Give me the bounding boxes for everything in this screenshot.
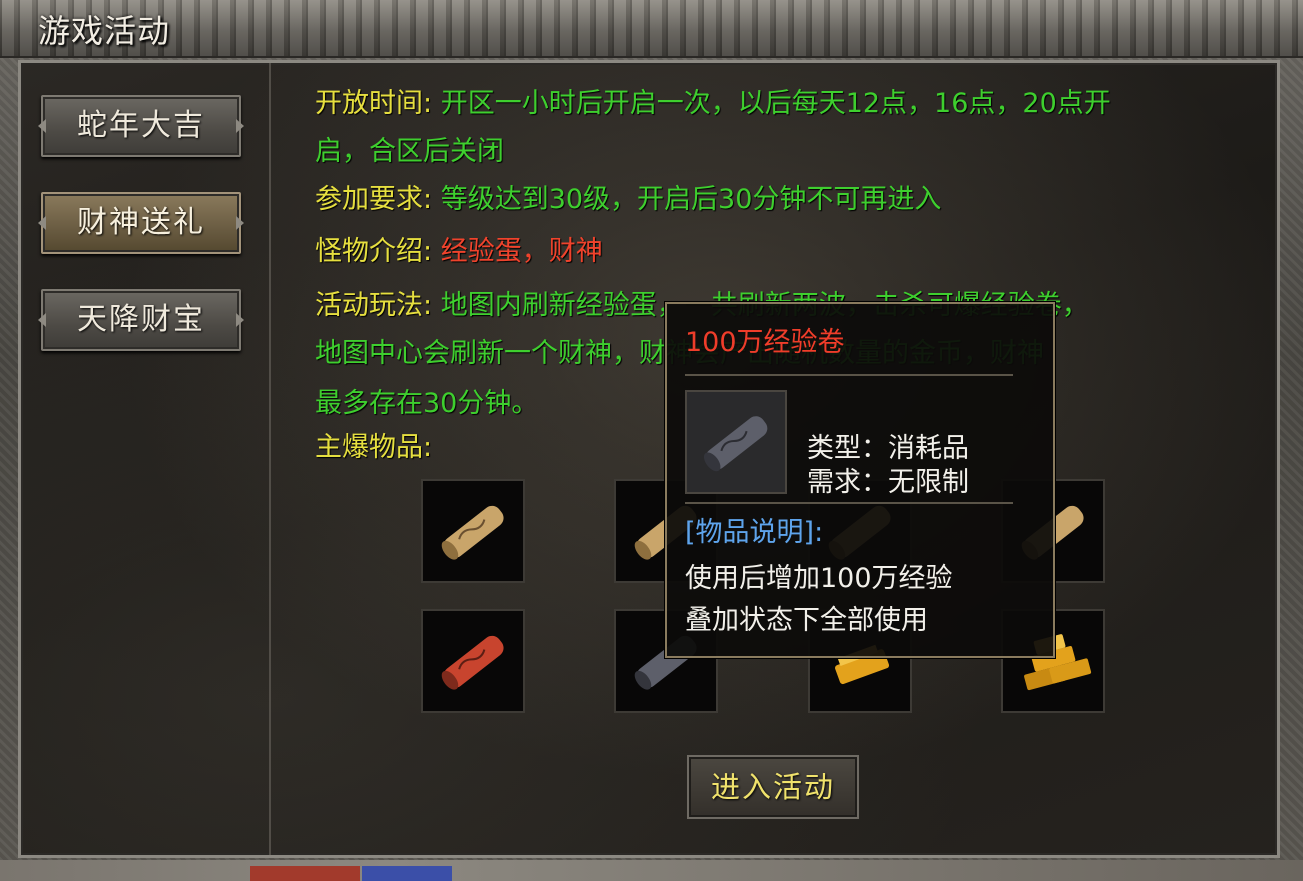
tooltip-desc-line: 叠加状态下全部使用 bbox=[685, 605, 928, 636]
sidebar-item-label: 财神送礼 bbox=[77, 205, 205, 240]
drops-label: 主爆物品: bbox=[315, 432, 433, 463]
activity-sidebar: 蛇年大吉 财神送礼 天降财宝 bbox=[21, 63, 271, 855]
gameplay-value-cont-2: 最多存在30分钟。 bbox=[315, 388, 539, 419]
sidebar-item-label: 蛇年大吉 bbox=[77, 108, 205, 143]
requirement-value: 等级达到30级，开启后30分钟不可再进入 bbox=[440, 184, 942, 215]
notch-icon bbox=[38, 216, 46, 230]
tooltip-desc-line: 使用后增加100万经验 bbox=[685, 563, 953, 594]
monster-label: 怪物介绍: bbox=[315, 236, 433, 267]
notch-icon bbox=[38, 313, 46, 327]
sidebar-item-treasure-drop[interactable]: 天降财宝 bbox=[38, 289, 244, 351]
drop-slot[interactable] bbox=[421, 479, 525, 583]
red-scroll-icon bbox=[441, 635, 504, 690]
notch-icon bbox=[236, 216, 244, 230]
notch-icon bbox=[236, 119, 244, 133]
game-window: 游戏活动 蛇年大吉 财神送礼 天降财宝 开放时间: 开区一小时后开启一次，以后每… bbox=[0, 0, 1303, 881]
open-time-label: 开放时间: bbox=[315, 88, 433, 119]
tooltip-divider bbox=[685, 502, 1013, 504]
sidebar-item-god-of-wealth[interactable]: 财神送礼 bbox=[38, 192, 244, 254]
sidebar-item-snake-year[interactable]: 蛇年大吉 bbox=[38, 95, 244, 157]
sidebar-item-label: 天降财宝 bbox=[77, 302, 205, 337]
tooltip-item-icon bbox=[685, 390, 787, 494]
bottom-edge bbox=[0, 860, 1303, 881]
tooltip-requirement: 需求：无限制 bbox=[807, 467, 969, 498]
title-bar: 游戏活动 bbox=[0, 0, 1303, 58]
notch-icon bbox=[236, 313, 244, 327]
gameplay-label: 活动玩法: bbox=[315, 290, 433, 321]
window-title: 游戏活动 bbox=[38, 12, 171, 50]
open-time-value: 开区一小时后开启一次，以后每天12点，16点，20点开 bbox=[440, 88, 1111, 119]
tooltip-desc-header: [物品说明]: bbox=[685, 517, 824, 548]
gray-scroll-icon bbox=[703, 416, 768, 472]
activity-panel: 蛇年大吉 财神送礼 天降财宝 开放时间: 开区一小时后开启一次，以后每天12点，… bbox=[18, 60, 1280, 858]
requirement-label: 参加要求: bbox=[315, 184, 433, 215]
taskbar-chip bbox=[250, 866, 360, 881]
requirement-row: 参加要求: 等级达到30级，开启后30分钟不可再进入 bbox=[315, 175, 941, 225]
notch-icon bbox=[38, 119, 46, 133]
beige-scroll-icon bbox=[441, 505, 504, 560]
tooltip-title: 100万经验卷 bbox=[685, 327, 845, 358]
monster-value: 经验蛋，财神 bbox=[440, 236, 603, 267]
open-time-value-cont: 启，合区后关闭 bbox=[315, 136, 504, 167]
item-tooltip: 100万经验卷 类型：消耗品 需求：无限制 [物品说明]: 使用后增加100万经… bbox=[665, 302, 1055, 658]
drop-slot[interactable] bbox=[421, 609, 525, 713]
tooltip-divider bbox=[685, 374, 1013, 376]
monster-row: 怪物介绍: 经验蛋，财神 bbox=[315, 227, 603, 277]
enter-activity-button[interactable]: 进入活动 bbox=[687, 755, 859, 819]
taskbar-chip bbox=[362, 866, 452, 881]
open-time-row: 开放时间: 开区一小时后开启一次，以后每天12点，16点，20点开 bbox=[315, 79, 1111, 129]
